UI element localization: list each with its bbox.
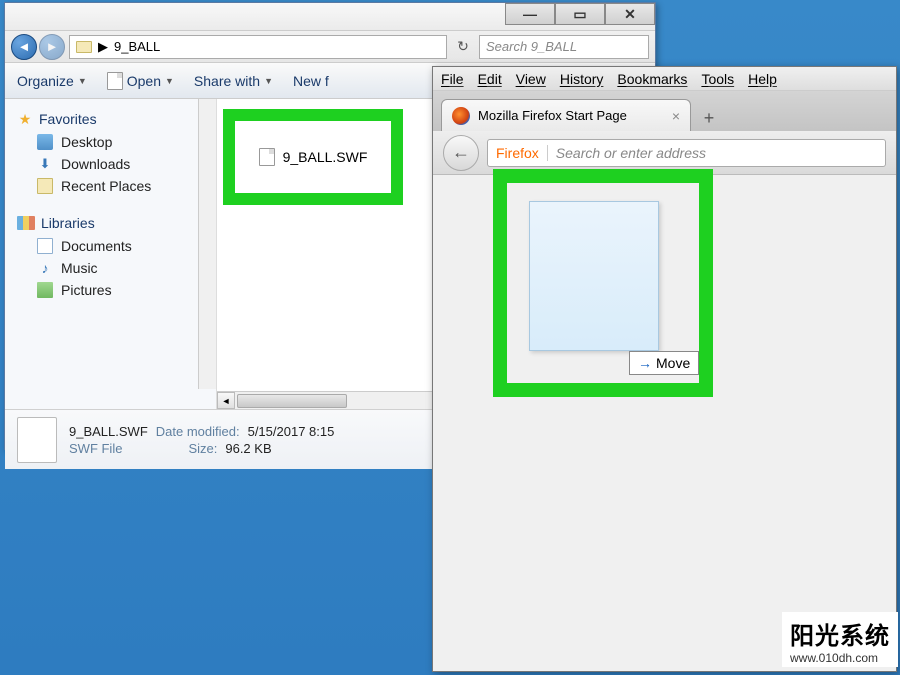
details-filename: 9_BALL.SWF bbox=[69, 424, 148, 439]
file-highlight: 9_BALL.SWF bbox=[223, 109, 403, 205]
sidebar-item-recent[interactable]: Recent Places bbox=[5, 175, 216, 197]
folder-icon bbox=[76, 41, 92, 53]
search-field[interactable]: Search 9_BALL bbox=[479, 35, 649, 59]
firefox-menubar: File Edit View History Bookmarks Tools H… bbox=[433, 67, 896, 91]
size-value: 96.2 KB bbox=[225, 441, 271, 456]
close-button[interactable]: ✕ bbox=[605, 3, 655, 25]
desktop-icon bbox=[37, 134, 53, 150]
browser-tab[interactable]: Mozilla Firefox Start Page × bbox=[441, 99, 691, 131]
tab-title: Mozilla Firefox Start Page bbox=[478, 108, 627, 123]
sidebar-item-downloads[interactable]: ⬇Downloads bbox=[5, 153, 216, 175]
explorer-addressbar: ◄ ► ▶ 9_BALL ↻ Search 9_BALL bbox=[5, 31, 655, 63]
size-label: Size: bbox=[188, 441, 217, 456]
move-tooltip-text: Move bbox=[656, 355, 690, 371]
drop-highlight: → Move bbox=[493, 169, 713, 397]
menu-edit[interactable]: Edit bbox=[478, 71, 502, 87]
new-menu[interactable]: New f bbox=[293, 73, 329, 89]
sidebar-scrollbar[interactable] bbox=[198, 99, 216, 389]
sidebar-item-desktop[interactable]: Desktop bbox=[5, 131, 216, 153]
scroll-left-button[interactable]: ◄ bbox=[217, 392, 235, 409]
explorer-titlebar[interactable]: — ▭ ✕ bbox=[5, 3, 655, 31]
file-item[interactable]: 9_BALL.SWF bbox=[251, 144, 376, 170]
downloads-icon: ⬇ bbox=[37, 156, 53, 172]
menu-file[interactable]: File bbox=[441, 71, 464, 87]
details-file-icon bbox=[17, 417, 57, 463]
firefox-window: File Edit View History Bookmarks Tools H… bbox=[432, 66, 897, 672]
pictures-icon bbox=[37, 282, 53, 298]
firefox-logo-icon bbox=[452, 107, 470, 125]
move-arrow-icon: → bbox=[638, 355, 652, 371]
sidebar-item-music[interactable]: ♪Music bbox=[5, 257, 216, 279]
scroll-thumb[interactable] bbox=[237, 394, 347, 408]
menu-history[interactable]: History bbox=[560, 71, 604, 87]
maximize-button[interactable]: ▭ bbox=[555, 3, 605, 25]
modified-value: 5/15/2017 8:15 bbox=[248, 424, 335, 439]
documents-icon bbox=[37, 238, 53, 254]
sidebar-item-documents[interactable]: Documents bbox=[5, 235, 216, 257]
libraries-icon bbox=[17, 216, 35, 230]
minimize-button[interactable]: — bbox=[505, 3, 555, 25]
modified-label: Date modified: bbox=[156, 424, 240, 439]
sidebar-item-pictures[interactable]: Pictures bbox=[5, 279, 216, 301]
share-menu[interactable]: Share with▼ bbox=[194, 73, 273, 89]
menu-tools[interactable]: Tools bbox=[701, 71, 734, 87]
menu-view[interactable]: View bbox=[516, 71, 546, 87]
address-path: 9_BALL bbox=[114, 39, 160, 54]
open-menu[interactable]: Open▼ bbox=[107, 72, 174, 90]
move-tooltip: → Move bbox=[629, 351, 699, 375]
firefox-content[interactable]: → Move bbox=[433, 175, 896, 671]
address-field[interactable]: ▶ 9_BALL bbox=[69, 35, 447, 59]
refresh-button[interactable]: ↻ bbox=[451, 35, 475, 59]
firefox-tabbar: Mozilla Firefox Start Page × + bbox=[433, 91, 896, 131]
nav-forward-button[interactable]: ► bbox=[39, 34, 65, 60]
file-name: 9_BALL.SWF bbox=[283, 149, 368, 165]
nav-back-button[interactable]: ◄ bbox=[11, 34, 37, 60]
watermark-url: www.010dh.com bbox=[790, 651, 890, 665]
address-arrow: ▶ bbox=[98, 39, 108, 55]
menu-bookmarks[interactable]: Bookmarks bbox=[617, 71, 687, 87]
ff-back-button[interactable]: ← bbox=[443, 135, 479, 171]
new-tab-button[interactable]: + bbox=[695, 105, 723, 131]
drag-ghost bbox=[529, 201, 659, 351]
url-placeholder: Search or enter address bbox=[556, 145, 706, 161]
swf-file-icon bbox=[259, 148, 275, 166]
favorites-header[interactable]: ★Favorites bbox=[5, 107, 216, 131]
file-icon bbox=[107, 72, 123, 90]
explorer-sidebar: ★Favorites Desktop ⬇Downloads Recent Pla… bbox=[5, 99, 217, 409]
menu-help[interactable]: Help bbox=[748, 71, 777, 87]
url-bar[interactable]: Firefox Search or enter address bbox=[487, 139, 886, 167]
tab-close-button[interactable]: × bbox=[672, 108, 680, 124]
search-placeholder: Search 9_BALL bbox=[486, 39, 577, 54]
watermark: 阳光系统 www.010dh.com bbox=[782, 612, 898, 667]
url-brand: Firefox bbox=[496, 145, 548, 161]
details-filetype: SWF File bbox=[69, 441, 122, 456]
organize-menu[interactable]: Organize▼ bbox=[17, 73, 87, 89]
star-icon: ★ bbox=[17, 111, 33, 127]
recent-icon bbox=[37, 178, 53, 194]
libraries-header[interactable]: Libraries bbox=[5, 211, 216, 235]
watermark-title: 阳光系统 bbox=[790, 616, 890, 651]
music-icon: ♪ bbox=[37, 260, 53, 276]
